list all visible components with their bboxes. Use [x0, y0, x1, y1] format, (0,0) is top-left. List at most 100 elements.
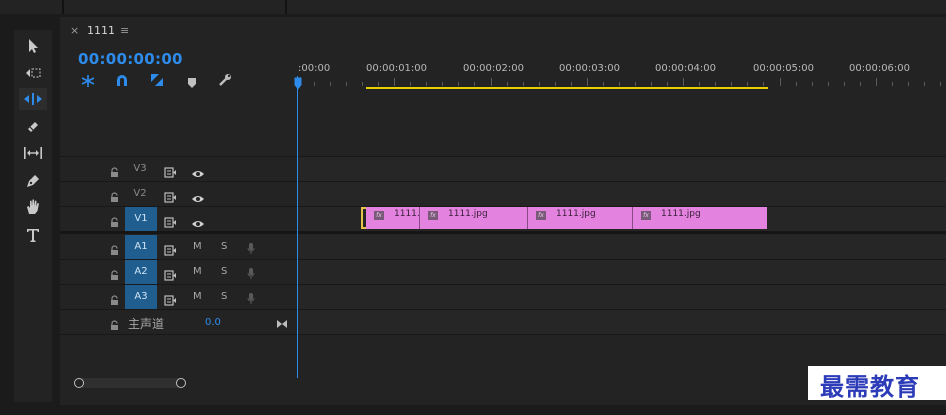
tools-panel: [14, 30, 52, 402]
track-header-empty-area: [60, 92, 296, 156]
track-lane-a2[interactable]: [298, 260, 946, 284]
track-lane-v3[interactable]: [298, 157, 946, 181]
mute-track-button[interactable]: M: [193, 241, 202, 252]
track-separator: [60, 259, 946, 260]
track-lane-a1[interactable]: [298, 235, 946, 259]
panel-divider: [285, 0, 287, 14]
track-separator: [60, 156, 946, 157]
toggle-sync-lock-icon[interactable]: [164, 188, 177, 207]
timeline-settings-wrench-icon[interactable]: [218, 72, 232, 91]
ruler-label: 00:00:06:00: [849, 63, 911, 74]
ruler-label: 00:00:01:00: [366, 63, 428, 74]
type-tool-icon[interactable]: [19, 224, 47, 246]
track-label-a2[interactable]: A2: [125, 260, 157, 284]
toggle-sync-lock-icon[interactable]: [164, 291, 177, 310]
lock-icon[interactable]: [110, 163, 119, 182]
lock-icon[interactable]: [110, 213, 119, 232]
toggle-sync-lock-icon[interactable]: [164, 163, 177, 182]
track-header-a1: [60, 235, 296, 259]
track-label-a1[interactable]: A1: [125, 235, 157, 259]
master-volume-value[interactable]: 0.0: [205, 317, 221, 328]
linked-selection-icon[interactable]: [150, 72, 164, 91]
snap-magnet-icon[interactable]: [115, 73, 129, 92]
playhead-line[interactable]: [297, 76, 298, 378]
fx-badge-icon: fx: [641, 211, 651, 220]
ruler-ticks: [298, 78, 941, 86]
track-header-a2: [60, 260, 296, 284]
razor-tool-icon[interactable]: [19, 116, 47, 138]
track-label-v2[interactable]: V2: [128, 188, 152, 199]
track-header-v2: [60, 182, 296, 206]
ripple-edit-tool-icon[interactable]: [19, 88, 47, 110]
toggle-sync-lock-icon[interactable]: [164, 266, 177, 285]
add-marker-icon[interactable]: [187, 74, 197, 93]
top-panel-strip: [0, 0, 946, 14]
ruler-label: 00:00:04:00: [655, 63, 717, 74]
clip-name: 1111.jpg: [448, 209, 488, 219]
nest-sequence-icon[interactable]: [80, 73, 96, 92]
track-header-master: [60, 310, 296, 334]
ruler-label: 00:00:05:00: [753, 63, 815, 74]
watermark-box: 最需教育: [808, 366, 946, 401]
video-clip[interactable]: fx 1111.jpg: [528, 207, 633, 229]
video-clip[interactable]: fx 1111.jpg: [420, 207, 528, 229]
playhead-marker-icon[interactable]: [294, 75, 302, 94]
mute-track-button[interactable]: M: [193, 291, 202, 302]
close-sequence-tab-button[interactable]: ×: [70, 24, 79, 37]
watermark-text: 最需教育: [820, 372, 920, 401]
lock-icon[interactable]: [110, 266, 119, 285]
panel-menu-icon[interactable]: ≡: [120, 24, 129, 37]
video-clip[interactable]: fx 1111.jpg: [633, 207, 767, 229]
slip-tool-icon[interactable]: [19, 142, 47, 164]
track-label-v3[interactable]: V3: [128, 163, 152, 174]
work-area-bar[interactable]: [366, 87, 768, 89]
voice-over-record-mic-icon[interactable]: [247, 290, 255, 309]
solo-track-button[interactable]: S: [221, 266, 227, 277]
track-label-v1[interactable]: V1: [125, 207, 157, 231]
lock-icon[interactable]: [110, 291, 119, 310]
sequence-tab-name[interactable]: 1111: [87, 24, 115, 37]
playhead-timecode[interactable]: 00:00:00:00: [78, 50, 183, 68]
track-separator: [60, 334, 946, 335]
voice-over-record-mic-icon[interactable]: [247, 240, 255, 259]
ruler-label: 00:00:02:00: [463, 63, 525, 74]
timeline-empty-area: [298, 92, 946, 156]
track-separator: [60, 309, 946, 310]
toggle-sync-lock-icon[interactable]: [164, 241, 177, 260]
selection-tool-icon[interactable]: [19, 35, 47, 57]
clip-name: 1111.jpg: [661, 209, 701, 219]
track-lane-a3[interactable]: [298, 285, 946, 309]
mute-track-button[interactable]: M: [193, 266, 202, 277]
clip-name: 1111.jpg: [556, 209, 596, 219]
fx-badge-icon: fx: [428, 211, 438, 220]
track-select-tool-icon[interactable]: [19, 62, 47, 84]
track-header-v3: [60, 157, 296, 181]
pen-tool-icon[interactable]: [19, 170, 47, 192]
zoom-scroll-handle-left[interactable]: [74, 378, 84, 388]
ruler-label: :00:00: [298, 63, 331, 74]
lock-icon[interactable]: [110, 241, 119, 260]
lock-icon[interactable]: [110, 316, 119, 335]
track-header-a3: [60, 285, 296, 309]
zoom-scroll-handle-right[interactable]: [176, 378, 186, 388]
timeline-zoom-scrollbar[interactable]: [76, 378, 184, 388]
track-separator: [60, 284, 946, 285]
lock-icon[interactable]: [110, 188, 119, 207]
clip-name: 1111.: [394, 209, 420, 219]
track-lane-master[interactable]: [298, 310, 946, 334]
panel-divider: [62, 0, 64, 14]
go-to-end-icon[interactable]: [276, 314, 288, 333]
time-ruler[interactable]: :00:00 00:00:01:00 00:00:02:00 00:00:03:…: [298, 58, 946, 90]
ruler-label: 00:00:03:00: [559, 63, 621, 74]
hand-tool-icon[interactable]: [19, 196, 47, 218]
solo-track-button[interactable]: S: [221, 291, 227, 302]
track-lane-v2[interactable]: [298, 182, 946, 206]
fx-badge-icon: fx: [374, 211, 384, 220]
voice-over-record-mic-icon[interactable]: [247, 265, 255, 284]
fx-badge-icon: fx: [536, 211, 546, 220]
video-clip[interactable]: fx 1111.: [366, 207, 420, 229]
solo-track-button[interactable]: S: [221, 241, 227, 252]
video-audio-divider: [60, 231, 946, 234]
toggle-sync-lock-icon[interactable]: [164, 213, 177, 232]
track-label-a3[interactable]: A3: [125, 285, 157, 309]
